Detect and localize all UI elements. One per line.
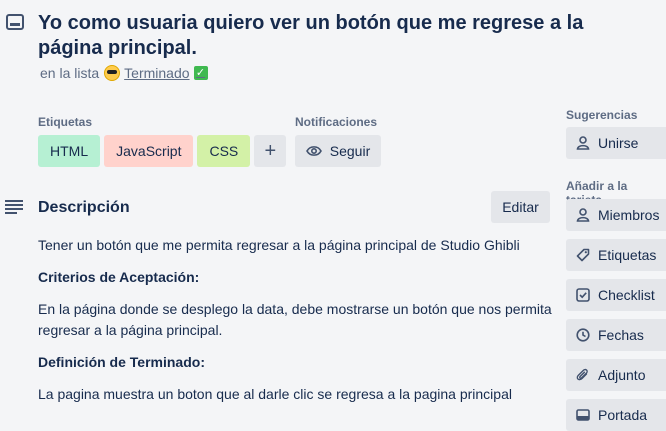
join-button[interactable]: Unirse bbox=[566, 127, 666, 159]
checklist-icon bbox=[576, 288, 590, 302]
description-body[interactable]: Tener un botón que me permita regresar a… bbox=[38, 235, 558, 416]
labels-heading: Etiquetas bbox=[38, 115, 93, 129]
description-icon bbox=[5, 200, 23, 214]
person-icon bbox=[576, 136, 590, 150]
labels-label: Etiquetas bbox=[598, 247, 657, 263]
labels-button[interactable]: Etiquetas bbox=[566, 239, 666, 271]
edit-description-button[interactable]: Editar bbox=[491, 191, 550, 223]
description-heading: Descripción bbox=[38, 199, 130, 216]
cover-label: Portada bbox=[598, 407, 648, 423]
label-javascript[interactable]: JavaScript bbox=[104, 135, 194, 167]
person-icon bbox=[576, 208, 590, 222]
eye-icon bbox=[305, 146, 322, 156]
description-paragraph: En la página donde se desplego la data, … bbox=[38, 301, 552, 338]
members-button[interactable]: Miembros bbox=[566, 199, 666, 231]
definition-of-done-heading: Definición de Terminado: bbox=[38, 354, 205, 370]
join-label: Unirse bbox=[598, 135, 639, 151]
acceptance-criteria-heading: Criterios de Aceptación: bbox=[38, 269, 200, 285]
follow-button[interactable]: Seguir bbox=[295, 135, 381, 167]
follow-label: Seguir bbox=[329, 143, 371, 159]
checklist-label: Checklist bbox=[598, 287, 655, 303]
checklist-button[interactable]: Checklist bbox=[566, 279, 666, 311]
paperclip-icon bbox=[576, 368, 588, 381]
description-paragraph: La pagina muestra un boton que al darle … bbox=[38, 386, 512, 402]
list-prefix: en la lista bbox=[40, 65, 100, 81]
sunglasses-emoji-icon bbox=[104, 65, 121, 81]
check-emoji-icon: ✓ bbox=[193, 66, 208, 80]
dates-button[interactable]: Fechas bbox=[566, 319, 666, 351]
card-title[interactable]: Yo como usuaria quiero ver un botón que … bbox=[38, 11, 653, 61]
tag-icon bbox=[576, 248, 590, 262]
card-icon bbox=[6, 14, 24, 30]
notifications-heading: Notificaciones bbox=[295, 115, 378, 129]
list-link[interactable]: Terminado ✓ bbox=[104, 65, 208, 81]
list-info: en la lista Terminado ✓ bbox=[40, 65, 208, 81]
list-name: Terminado bbox=[124, 65, 190, 81]
add-label-button[interactable]: + bbox=[254, 135, 287, 167]
clock-icon bbox=[576, 328, 590, 342]
members-label: Miembros bbox=[598, 207, 660, 223]
dates-label: Fechas bbox=[598, 327, 644, 343]
label-html[interactable]: HTML bbox=[38, 135, 101, 167]
cover-button[interactable]: Portada bbox=[566, 399, 666, 431]
label-css[interactable]: CSS bbox=[197, 135, 251, 167]
cover-icon bbox=[576, 409, 590, 421]
suggestions-heading: Sugerencias bbox=[566, 108, 638, 122]
description-paragraph: Tener un botón que me permita regresar a… bbox=[38, 237, 520, 253]
labels-list: HTML JavaScript CSS + bbox=[38, 135, 287, 167]
attachment-button[interactable]: Adjunto bbox=[566, 359, 666, 391]
attachment-label: Adjunto bbox=[598, 367, 646, 383]
